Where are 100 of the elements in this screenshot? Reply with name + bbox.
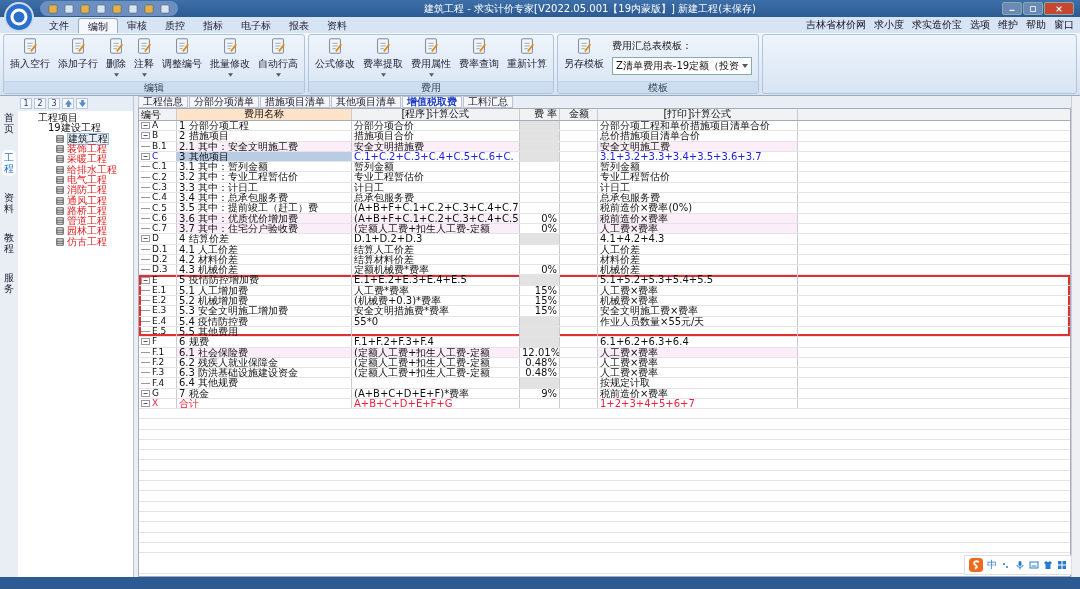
ribbon-button[interactable]: 插入空行 bbox=[6, 37, 54, 81]
print-formula-cell: 税前造价×费率 bbox=[598, 388, 798, 398]
menu-tab[interactable]: 文件 bbox=[40, 18, 78, 33]
name-cell: 5.3 安全文明施工增加费 bbox=[177, 306, 352, 316]
code-cell: D.1 bbox=[152, 244, 168, 254]
top-link[interactable]: 吉林省材价网 bbox=[806, 18, 866, 32]
toolbar-icon[interactable] bbox=[128, 3, 138, 14]
top-link[interactable]: 求小度 bbox=[874, 18, 904, 32]
tree-item[interactable]: 路桥工程 bbox=[67, 205, 107, 216]
top-link[interactable]: 窗口 bbox=[1054, 18, 1074, 32]
minimize-button[interactable] bbox=[1002, 2, 1022, 15]
formula-cell: (机械费+0.3)*费率 bbox=[352, 296, 520, 306]
toolbar-icon[interactable] bbox=[160, 3, 170, 14]
tree-item[interactable]: 园林工程 bbox=[67, 226, 107, 237]
grid-icon[interactable] bbox=[1057, 560, 1067, 570]
code-cell: C.6 bbox=[152, 213, 167, 223]
code-cell: C.7 bbox=[152, 224, 167, 234]
ribbon-button[interactable]: 自动行高 bbox=[254, 37, 302, 81]
ribbon-button[interactable]: 费用属性 bbox=[407, 37, 455, 81]
shirt-icon[interactable] bbox=[1043, 560, 1053, 570]
side-tab[interactable]: 资料 bbox=[2, 190, 16, 216]
collapse-icon[interactable] bbox=[141, 338, 150, 346]
ribbon-button[interactable]: 费率提取 bbox=[359, 37, 407, 81]
tree-item[interactable]: 管道工程 bbox=[67, 216, 107, 227]
microphone-icon[interactable] bbox=[1015, 560, 1025, 570]
level-button[interactable]: 3 bbox=[48, 98, 60, 109]
toolbar-icon[interactable] bbox=[112, 3, 122, 14]
tree-item[interactable]: 电气工程 bbox=[67, 174, 107, 185]
level-button[interactable]: 1 bbox=[20, 98, 32, 109]
maximize-button[interactable] bbox=[1023, 2, 1043, 15]
tree-item[interactable]: 仿古工程 bbox=[67, 236, 107, 247]
sheet-tab[interactable]: 工料汇总 bbox=[463, 96, 513, 108]
ribbon-button[interactable]: 公式修改 bbox=[311, 37, 359, 81]
print-formula-cell: 按规定计取 bbox=[598, 378, 798, 388]
ribbon-button[interactable]: 添加子行 bbox=[54, 37, 102, 81]
top-link[interactable]: 选项 bbox=[970, 18, 990, 32]
ime-toolbar[interactable]: 中 bbox=[964, 555, 1072, 575]
ribbon-button[interactable]: 删除 bbox=[102, 37, 130, 81]
tree-item[interactable]: 通风工程 bbox=[67, 195, 107, 206]
menu-tab[interactable]: 报表 bbox=[280, 18, 318, 33]
ribbon-button[interactable]: 批量修改 bbox=[206, 37, 254, 81]
toolbar-icon[interactable] bbox=[48, 3, 58, 14]
tree-item[interactable]: 工程项目 bbox=[38, 113, 78, 124]
rate-cell: 15% bbox=[520, 296, 560, 306]
collapse-icon[interactable] bbox=[141, 153, 150, 161]
template-label: 费用汇总表模板： bbox=[612, 39, 693, 53]
toolbar-icon[interactable] bbox=[80, 3, 90, 14]
tree-item[interactable]: 消防工程 bbox=[67, 185, 107, 196]
level-button[interactable]: 2 bbox=[34, 98, 46, 109]
ribbon-button[interactable]: 费率查询 bbox=[455, 37, 503, 81]
side-tab[interactable]: 服务 bbox=[2, 270, 16, 296]
menu-tab[interactable]: 电子标 bbox=[232, 18, 280, 33]
name-cell: 2.1 其中：安全文明施工费 bbox=[177, 141, 352, 151]
caret-icon bbox=[742, 64, 749, 68]
collapse-icon[interactable] bbox=[141, 400, 150, 408]
top-link[interactable]: 维护 bbox=[998, 18, 1018, 32]
sheet-tab[interactable]: 措施项目清单 bbox=[260, 96, 330, 108]
top-link[interactable]: 求实造价宝 bbox=[912, 18, 962, 32]
ribbon-button[interactable]: 重新计算 bbox=[503, 37, 551, 81]
menu-tab[interactable]: 编制 bbox=[78, 18, 118, 33]
collapse-icon[interactable] bbox=[141, 389, 150, 397]
column-header: [程序]计算公式 bbox=[352, 109, 520, 120]
menu-tab[interactable]: 审核 bbox=[118, 18, 156, 33]
collapse-icon[interactable] bbox=[141, 235, 150, 243]
punctuation-icon[interactable] bbox=[1001, 560, 1011, 570]
name-cell: 4.1 人工价差 bbox=[177, 244, 352, 254]
toolbar-icon[interactable] bbox=[64, 3, 74, 14]
formula-cell: 安全文明措施费*费率 bbox=[352, 306, 520, 316]
collapse-icon[interactable] bbox=[141, 132, 150, 140]
collapse-icon[interactable] bbox=[141, 122, 150, 130]
toolbar-icon[interactable] bbox=[144, 3, 154, 14]
sheet-tab[interactable]: 其他项目清单 bbox=[331, 96, 401, 108]
template-select[interactable]: Z清单费用表-19定额（投资 bbox=[612, 57, 753, 75]
formula-cell: 专业工程暂估价 bbox=[352, 172, 520, 182]
sheet-tab[interactable]: 增值税取费 bbox=[402, 96, 462, 108]
ime-language[interactable]: 中 bbox=[987, 558, 997, 572]
ribbon-button[interactable]: 调整编号 bbox=[158, 37, 206, 81]
move-down-button[interactable] bbox=[76, 98, 88, 109]
caret-icon bbox=[113, 73, 119, 77]
collapse-icon[interactable] bbox=[141, 276, 150, 284]
menu-tab[interactable]: 指标 bbox=[194, 18, 232, 33]
keyboard-icon[interactable] bbox=[1029, 560, 1039, 570]
menu-tab[interactable]: 质控 bbox=[156, 18, 194, 33]
tree-item[interactable]: 采暖工程 bbox=[67, 154, 107, 165]
code-cell: C.4 bbox=[152, 193, 167, 203]
close-button[interactable] bbox=[1044, 2, 1074, 15]
scrollbar[interactable] bbox=[1071, 96, 1080, 577]
ribbon-button[interactable]: 注释 bbox=[130, 37, 158, 81]
tree-item[interactable]: 19建设工程 bbox=[48, 123, 101, 134]
tree-item[interactable]: 给排水工程 bbox=[67, 164, 117, 175]
side-tab[interactable]: 首页 bbox=[2, 110, 16, 136]
move-up-button[interactable] bbox=[62, 98, 74, 109]
top-link[interactable]: 帮助 bbox=[1026, 18, 1046, 32]
toolbar-icon[interactable] bbox=[96, 3, 106, 14]
sheet-tab[interactable]: 工程信息 bbox=[138, 96, 188, 108]
sheet-tab[interactable]: 分部分项清单 bbox=[189, 96, 259, 108]
side-tab[interactable]: 教程 bbox=[2, 230, 16, 256]
ribbon-button[interactable]: 另存模板 bbox=[560, 37, 608, 81]
menu-tab[interactable]: 资料 bbox=[318, 18, 356, 33]
side-tab[interactable]: 工程 bbox=[2, 150, 16, 176]
